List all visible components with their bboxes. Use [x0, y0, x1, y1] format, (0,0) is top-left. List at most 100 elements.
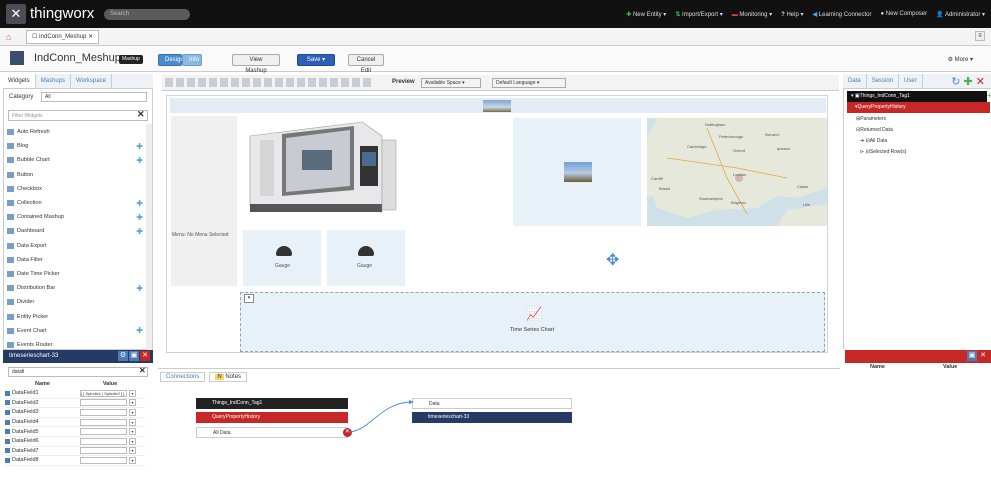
layout-tool-icon[interactable]	[341, 78, 349, 87]
properties-filter-input[interactable]: datafi	[8, 367, 148, 377]
add-widget-icon[interactable]: ✚	[136, 284, 143, 293]
property-row[interactable]: DataField2 ▾	[5, 399, 145, 409]
header-image-icon[interactable]	[483, 100, 511, 112]
monitoring-menu[interactable]: ▬ Monitoring ▾	[732, 11, 772, 18]
layout-tool-icon[interactable]	[264, 78, 272, 87]
widget-list-item[interactable]: Dashboard ✚	[7, 224, 149, 238]
info-button[interactable]: Info	[182, 54, 202, 66]
widget-list-item[interactable]: Bubble Chart ✚	[7, 153, 149, 167]
tab-user[interactable]: User	[899, 74, 923, 88]
design-button[interactable]: Design	[158, 54, 184, 66]
parameters-item[interactable]: ⊞ Parameters	[856, 114, 886, 125]
property-dropdown-icon[interactable]: ▾	[129, 399, 136, 407]
home-icon[interactable]: ⌂	[6, 32, 11, 42]
right-properties-edit-icon[interactable]: ▣	[967, 351, 977, 361]
widget-list-item[interactable]: Checkbox	[7, 182, 149, 196]
property-row[interactable]: DataField5 ▾	[5, 427, 145, 437]
property-dropdown-icon[interactable]: ▾	[129, 447, 136, 455]
tab-connections[interactable]: Connections	[160, 372, 206, 382]
widget-list-item[interactable]: Blog ✚	[7, 139, 149, 153]
tab-session[interactable]: Session	[867, 74, 900, 88]
remove-data-icon[interactable]: ✕	[976, 76, 985, 88]
gauge-widget-1[interactable]	[243, 230, 321, 286]
widget-list-item[interactable]: Contained Mashup ✚	[7, 210, 149, 224]
layout-tool-icon[interactable]	[242, 78, 250, 87]
add-widget-icon[interactable]: ✚	[136, 142, 143, 151]
data-target-node[interactable]: Data	[412, 398, 572, 409]
layout-tool-icon[interactable]	[253, 78, 261, 87]
layout-tool-icon[interactable]	[330, 78, 338, 87]
add-widget-icon[interactable]: ✚	[136, 213, 143, 222]
clear-properties-filter-icon[interactable]: ✕	[139, 366, 146, 375]
user-menu[interactable]: 👤 Administrator ▾	[936, 11, 985, 18]
category-select[interactable]: All	[41, 92, 147, 102]
clear-filter-icon[interactable]: ✕	[137, 109, 145, 120]
layout-tool-icon[interactable]	[319, 78, 327, 87]
tab-close-icon[interactable]: ✕	[88, 34, 93, 40]
property-value-input[interactable]: [ [ Spindle1 | Spindle2 ] ]	[80, 389, 127, 397]
add-data-icon[interactable]: ✚	[964, 76, 973, 88]
gauge-widget-2[interactable]	[327, 230, 405, 286]
save-button[interactable]: Save ▾	[297, 54, 335, 66]
property-row[interactable]: DataField8 ▾	[5, 456, 145, 466]
layout-tool-icon[interactable]	[231, 78, 239, 87]
thing-node[interactable]: Things_IndConn_Tag1	[196, 398, 348, 409]
preview-language-select[interactable]: Default Language ▾	[492, 78, 566, 88]
widget-list-item[interactable]: Collection ✚	[7, 196, 149, 210]
service-node[interactable]: QueryPropertyHistory	[196, 412, 348, 423]
selected-rows-item[interactable]: ⊳ ⊟ Selected Row(s)	[860, 147, 906, 158]
refresh-icon[interactable]: ↻	[951, 76, 960, 88]
property-row[interactable]: DataField4 ▾	[5, 418, 145, 428]
collapse-icon[interactable]: ≡	[975, 31, 985, 41]
add-widget-icon[interactable]: ✚	[136, 227, 143, 236]
learning-connector-link[interactable]: ◀ Learning Connector	[812, 11, 871, 18]
all-data-item[interactable]: ➜ ⊟ All Data	[860, 136, 887, 147]
returned-data-item[interactable]: ⊟ Returned Data	[856, 125, 893, 136]
widget-list-item[interactable]: Event Chart ✚	[7, 324, 149, 338]
widget-list-item[interactable]: Data Export	[7, 239, 149, 253]
machine-image[interactable]	[242, 116, 404, 222]
more-menu[interactable]: ⚙ More ▾	[948, 56, 973, 63]
global-search-input[interactable]: Search	[104, 9, 190, 20]
tab-notes[interactable]: N Notes	[209, 372, 248, 382]
widget-list-item[interactable]: Entity Picker	[7, 309, 149, 323]
preview-size-select[interactable]: Available Space ▾	[421, 78, 481, 88]
widget-filter-input[interactable]: Filter Widgets	[8, 110, 148, 121]
property-value-input[interactable]	[80, 456, 127, 464]
property-dropdown-icon[interactable]: ▾	[129, 428, 136, 436]
layout-tool-icon[interactable]	[176, 78, 184, 87]
property-value-input[interactable]	[80, 428, 127, 436]
menu-container[interactable]	[171, 116, 237, 286]
widget-list-item[interactable]: Button	[7, 168, 149, 182]
widget-list-item[interactable]: Date Time Picker	[7, 267, 149, 281]
properties-help-icon[interactable]: ⚙	[118, 351, 128, 361]
property-value-input[interactable]	[80, 418, 127, 426]
layout-tool-icon[interactable]	[286, 78, 294, 87]
property-value-input[interactable]	[80, 408, 127, 416]
property-row[interactable]: DataField1[ [ Spindle1 | Spindle2 ] ] ▾	[5, 389, 145, 399]
properties-close-icon[interactable]: ✕	[140, 351, 150, 361]
widget-list-item[interactable]: Distribution Bar ✚	[7, 281, 149, 295]
tab-data[interactable]: Data	[843, 74, 867, 88]
layout-tool-icon[interactable]	[209, 78, 217, 87]
tab-widgets[interactable]: Widgets	[3, 74, 36, 88]
widget-list-scrollbar[interactable]	[146, 124, 152, 350]
widget-list-item[interactable]: Auto Refresh	[7, 125, 149, 139]
property-dropdown-icon[interactable]: ▾	[129, 408, 136, 416]
property-value-input[interactable]	[80, 447, 127, 455]
map-widget[interactable]: Nottingham Peterborough Norwich Cambridge Ox…	[647, 118, 827, 226]
tab-workspace[interactable]: Workspace	[71, 74, 112, 88]
add-widget-icon[interactable]: ✚	[136, 156, 143, 165]
layout-tool-icon[interactable]	[198, 78, 206, 87]
property-dropdown-icon[interactable]: ▾	[129, 456, 136, 464]
time-series-chart-widget[interactable]	[240, 292, 825, 352]
thing-data-entry[interactable]: ▾ ▣ Things_IndConn_Tag1	[847, 91, 987, 102]
thingworx-logo-icon[interactable]: ✕	[6, 4, 26, 24]
property-row[interactable]: DataField6 ▾	[5, 437, 145, 447]
layout-tool-icon[interactable]	[275, 78, 283, 87]
service-data-entry[interactable]: ▾ QueryPropertyHistory	[847, 102, 990, 113]
chart-target-node[interactable]: timeserieschart-33	[412, 412, 572, 423]
tab-mashups[interactable]: Mashups	[36, 74, 72, 88]
help-menu[interactable]: ? Help ▾	[781, 11, 803, 18]
property-dropdown-icon[interactable]: ▾	[129, 418, 136, 426]
